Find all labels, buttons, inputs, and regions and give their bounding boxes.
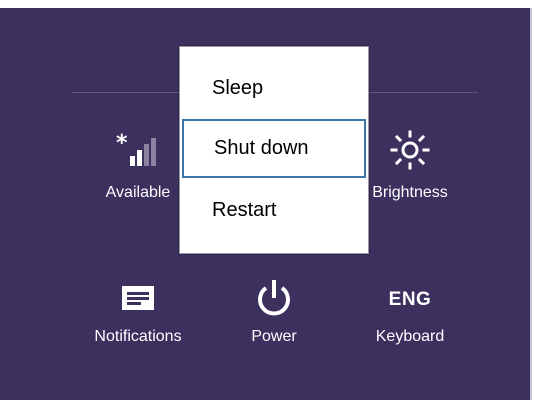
message-icon [121, 285, 155, 316]
power-icon [254, 278, 294, 323]
keyboard-tile[interactable]: ENG Keyboard [350, 278, 470, 346]
sun-icon [388, 128, 432, 177]
wifi-signal-icon: * [116, 130, 160, 175]
menu-item-restart[interactable]: Restart [180, 181, 368, 240]
power-options-menu: Sleep Shut down Restart [179, 46, 369, 254]
top-edge [0, 0, 534, 8]
menu-item-sleep[interactable]: Sleep [180, 59, 368, 118]
menu-item-shut-down[interactable]: Shut down [182, 119, 366, 178]
svg-text:*: * [116, 131, 128, 156]
keyboard-language-code: ENG [388, 289, 432, 310]
power-label: Power [251, 328, 297, 345]
keyboard-label: Keyboard [375, 328, 445, 345]
notifications-label: Notifications [94, 328, 182, 345]
settings-charm: * Available Brightness Notifications Pow… [0, 0, 534, 400]
power-tile[interactable]: Power [214, 278, 334, 346]
notifications-tile[interactable]: Notifications [78, 278, 198, 346]
